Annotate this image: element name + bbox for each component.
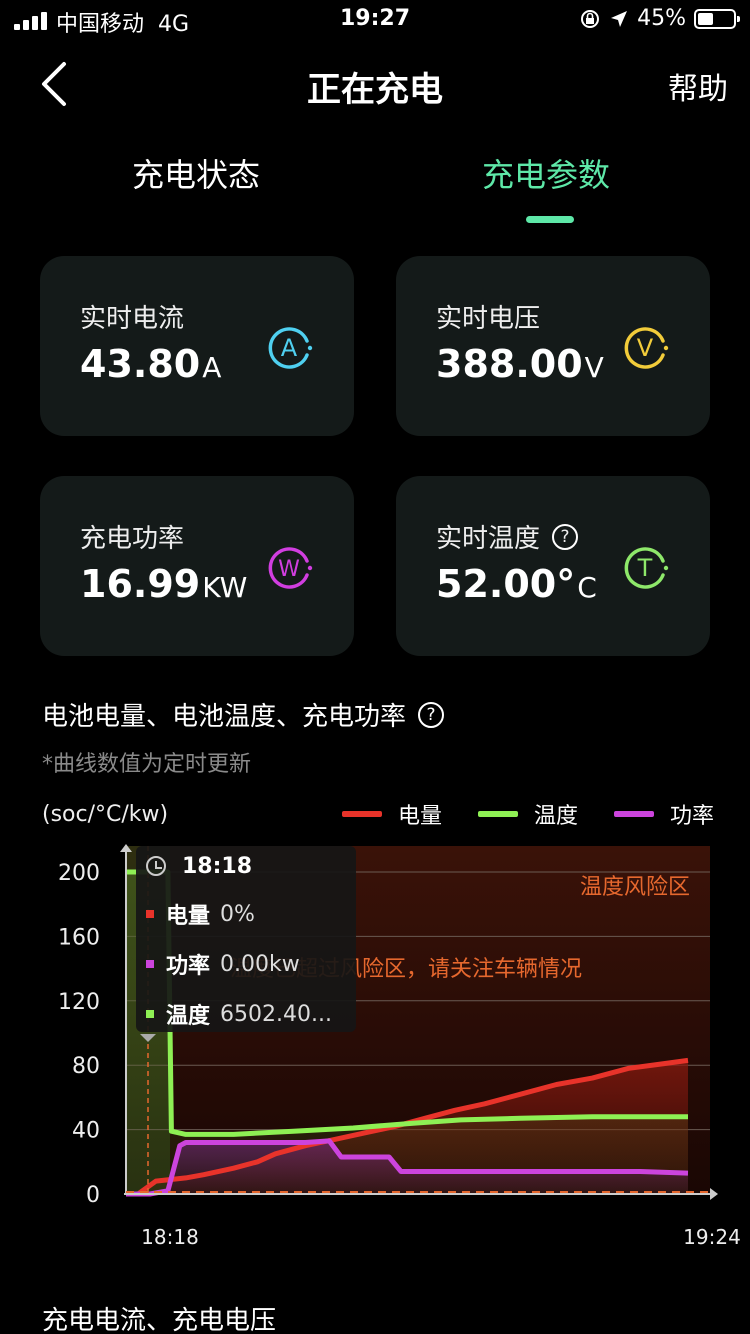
- voltage-card: 实时电压 388.00V V: [396, 256, 710, 436]
- current-value: 43.80: [80, 342, 201, 386]
- voltage-icon-letter: V: [637, 334, 654, 362]
- voltage-unit: V: [584, 351, 604, 384]
- legend-item-soc[interactable]: 电量: [341, 798, 442, 830]
- temperature-label: 实时温度: [436, 524, 541, 554]
- status-bar: 中国移动 4G 19:27 45%: [0, 0, 750, 40]
- y-tick-label: 40: [72, 1119, 100, 1144]
- temperature-card: 实时温度? 52.00°C T: [396, 476, 710, 656]
- temperature-value: 52.00°: [436, 562, 576, 606]
- location-arrow-icon: [611, 10, 628, 27]
- temperature-help-icon[interactable]: ?: [552, 523, 579, 550]
- chart-help-icon[interactable]: ?: [418, 701, 445, 728]
- temperature-t-icon: T: [624, 547, 669, 589]
- chart-legend: 电量 温度 功率: [341, 798, 714, 830]
- tooltip-temp-label: 温度: [166, 1004, 211, 1029]
- power-icon-letter: W: [278, 557, 300, 582]
- current-card: 实时电流 43.80A A: [40, 256, 354, 436]
- current-icon-letter: A: [281, 334, 298, 362]
- voltage-label: 实时电压: [436, 304, 541, 334]
- power-card: 充电功率 16.99KW W: [40, 476, 354, 656]
- tooltip-soc-label: 电量: [166, 904, 211, 929]
- chart-note: *曲线数值为定时更新: [42, 752, 252, 777]
- x-axis-arrow: [710, 1188, 718, 1200]
- temperature-unit: C: [577, 571, 597, 604]
- tooltip-row-soc: 电量 0%: [146, 898, 255, 930]
- battery-icon: [694, 8, 740, 29]
- current-label: 实时电流: [80, 304, 185, 334]
- legend-label-power: 功率: [669, 804, 714, 829]
- y-tick-label: 160: [58, 925, 100, 950]
- battery-chart[interactable]: 温度风险区 温度已超过风险区，请关注车辆情况 20016012080400 18…: [0, 830, 750, 1260]
- power-w-icon: W: [268, 547, 313, 589]
- tooltip-time: 18:18: [182, 854, 253, 879]
- legend-swatch-soc: [341, 811, 382, 817]
- legend-swatch-temp: [477, 811, 518, 817]
- y-tick-label: 120: [58, 990, 100, 1015]
- battery-percent: 45%: [637, 6, 686, 31]
- current-voltage-section-title: 充电电流、充电电压: [42, 1306, 277, 1334]
- legend-item-temp[interactable]: 温度: [477, 798, 578, 830]
- tooltip-power-label: 功率: [166, 954, 211, 979]
- y-tick-label: 80: [72, 1054, 100, 1079]
- legend-item-power[interactable]: 功率: [613, 798, 714, 830]
- active-tab-indicator: [526, 216, 574, 223]
- tooltip-temp-value: 6502.40...: [220, 1001, 332, 1027]
- legend-label-soc: 电量: [397, 804, 442, 829]
- tooltip-row-power: 功率 0.00kw: [146, 948, 300, 980]
- power-value: 16.99: [80, 562, 201, 606]
- risk-zone-label: 温度风险区: [580, 875, 690, 900]
- y-tick-label: 200: [58, 861, 100, 886]
- page-title: 正在充电: [307, 70, 443, 110]
- chart-section-title: 电池电量、电池温度、充电功率?: [42, 696, 445, 733]
- current-a-icon: A: [268, 327, 313, 369]
- x-tick-label: 19:24: [683, 1225, 741, 1249]
- y-tick-label: 0: [86, 1183, 100, 1208]
- x-tick-label: 18:18: [141, 1225, 199, 1249]
- tab-charging-status[interactable]: 充电状态: [132, 150, 260, 196]
- temperature-icon-letter: T: [637, 554, 653, 582]
- tooltip-power-value: 0.00kw: [220, 951, 300, 977]
- tab-charging-params[interactable]: 充电参数: [482, 150, 610, 196]
- power-label: 充电功率: [80, 524, 185, 554]
- chart-tooltip: 18:18 电量 0% 功率 0.00kw 温度 6502.40...: [136, 846, 356, 1032]
- voltage-v-icon: V: [624, 327, 669, 369]
- chart-y-unit-label: (soc/°C/kw): [42, 802, 169, 827]
- clock-icon: [146, 856, 166, 876]
- orientation-lock-icon: [581, 9, 600, 28]
- legend-swatch-power: [613, 811, 654, 817]
- legend-label-temp: 温度: [533, 804, 578, 829]
- tooltip-soc-value: 0%: [220, 901, 255, 927]
- power-unit: KW: [202, 571, 248, 604]
- current-unit: A: [202, 351, 222, 384]
- chart-title: 电池电量、电池温度、充电功率: [42, 702, 407, 732]
- voltage-value: 388.00: [436, 342, 583, 386]
- help-button[interactable]: 帮助: [668, 64, 728, 108]
- tooltip-row-temp: 温度 6502.40...: [146, 998, 332, 1030]
